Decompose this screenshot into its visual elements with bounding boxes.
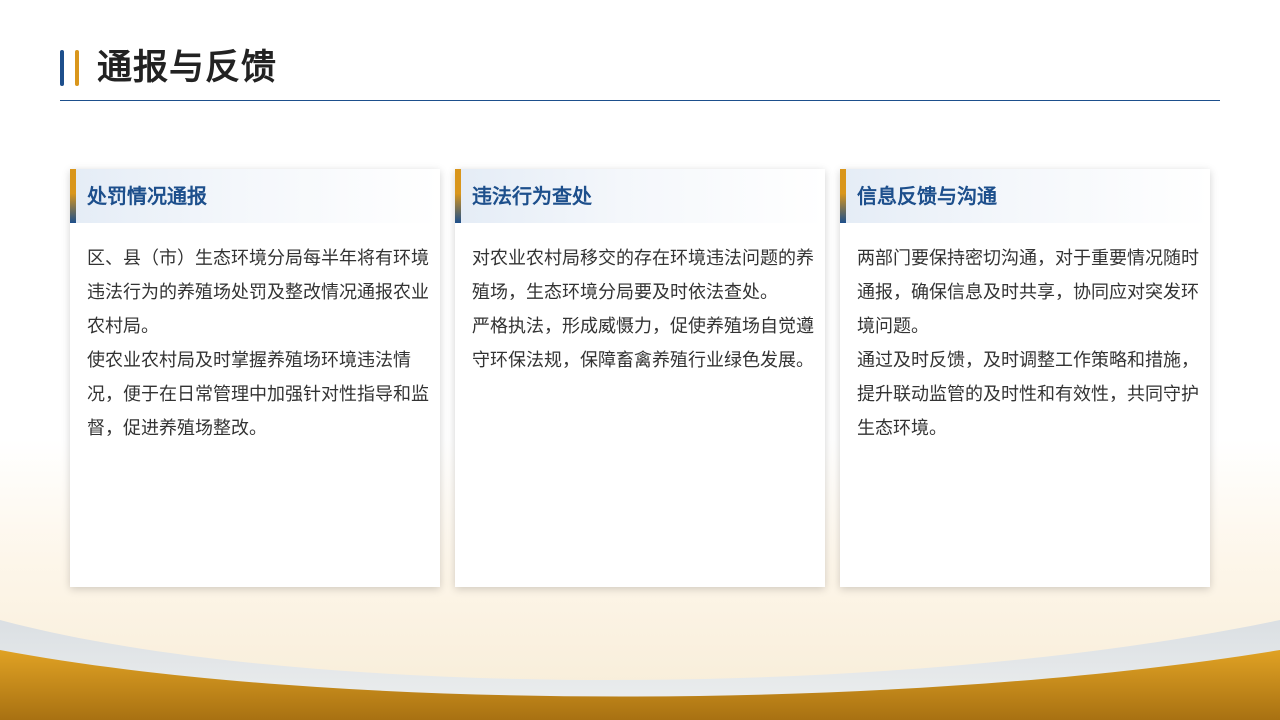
card-feedback-communication: 信息反馈与沟通 两部门要保持密切沟通，对于重要情况随时通报，确保信息及时共享，协… xyxy=(840,169,1210,587)
card-paragraph: 严格执法，形成威慑力，促使养殖场自觉遵守环保法规，保障畜禽养殖行业绿色发展。 xyxy=(472,316,814,371)
title-accent-bar-blue xyxy=(60,50,64,86)
card-body: 两部门要保持密切沟通，对于重要情况随时通报，确保信息及时共享，协同应对突发环境问… xyxy=(857,242,1199,446)
card-body: 区、县（市）生态环境分局每半年将有环境违法行为的养殖场处罚及整改情况通报农业农村… xyxy=(87,242,429,446)
card-body: 对农业农村局移交的存在环境违法问题的养殖场，生态环境分局要及时依法查处。 严格执… xyxy=(472,242,814,378)
title-accent-bar-gold xyxy=(75,50,79,86)
slide: 通报与反馈 处罚情况通报 区、县（市）生态环境分局每半年将有环境违法行为的养殖场… xyxy=(0,0,1280,720)
card-title: 处罚情况通报 xyxy=(87,184,207,208)
card-accent-bar xyxy=(840,169,846,223)
card-accent-bar xyxy=(455,169,461,223)
card-accent-bar xyxy=(70,169,76,223)
card-paragraph: 两部门要保持密切沟通，对于重要情况随时通报，确保信息及时共享，协同应对突发环境问… xyxy=(857,248,1199,337)
card-title: 信息反馈与沟通 xyxy=(857,184,997,208)
card-paragraph: 使农业农村局及时掌握养殖场环境违法情况，便于在日常管理中加强针对性指导和监督，促… xyxy=(87,350,429,439)
card-paragraph: 区、县（市）生态环境分局每半年将有环境违法行为的养殖场处罚及整改情况通报农业农村… xyxy=(87,248,429,337)
card-penalty-report: 处罚情况通报 区、县（市）生态环境分局每半年将有环境违法行为的养殖场处罚及整改情… xyxy=(70,169,440,587)
title-divider xyxy=(60,100,1220,101)
card-violation-handling: 违法行为查处 对农业农村局移交的存在环境违法问题的养殖场，生态环境分局要及时依法… xyxy=(455,169,825,587)
card-paragraph: 对农业农村局移交的存在环境违法问题的养殖场，生态环境分局要及时依法查处。 xyxy=(472,248,814,303)
page-title: 通报与反馈 xyxy=(97,48,278,88)
card-title: 违法行为查处 xyxy=(472,184,592,208)
card-paragraph: 通过及时反馈，及时调整工作策略和措施，提升联动监管的及时性和有效性，共同守护生态… xyxy=(857,350,1199,439)
